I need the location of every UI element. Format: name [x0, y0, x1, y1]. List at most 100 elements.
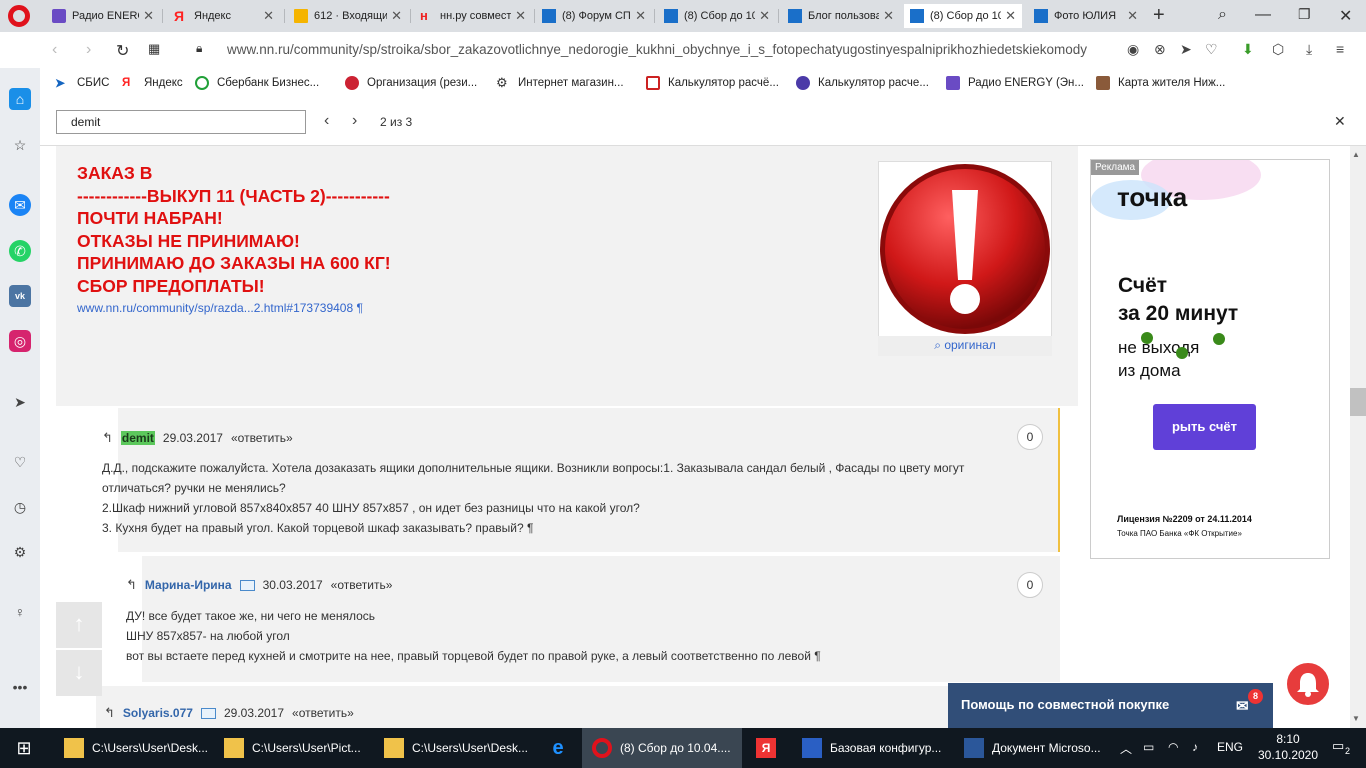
download-extension-icon[interactable]: ⬇ — [1242, 41, 1254, 58]
back-icon[interactable]: ‹ — [52, 41, 57, 59]
reload-icon[interactable]: ↻ — [116, 41, 129, 61]
scroll-down-arrow-icon[interactable]: ▼ — [1352, 714, 1360, 723]
window-close-icon[interactable]: ✕ — [1339, 6, 1352, 26]
tab-forum-sp[interactable]: (8) Форум СП ✕ — [536, 4, 652, 28]
reply-link[interactable]: «ответить» — [292, 706, 354, 720]
mail-icon[interactable] — [239, 579, 255, 591]
tab-mail[interactable]: 612 · Входящие ✕ — [288, 4, 408, 28]
close-icon[interactable]: ✕ — [759, 8, 770, 24]
more-icon[interactable]: ••• — [9, 676, 31, 698]
scroll-up-button[interactable]: ↑ — [56, 602, 102, 648]
vertical-scrollbar[interactable]: ▲ ▼ — [1350, 146, 1366, 728]
windows-start-icon[interactable]: ⊞ — [0, 728, 48, 768]
taskbar-word[interactable]: Документ Microso... — [954, 728, 1114, 768]
ad-open-account-button[interactable]: рыть счёт — [1153, 404, 1256, 450]
whatsapp-icon[interactable]: ✆ — [9, 240, 31, 262]
heart-icon[interactable]: ♡ — [1205, 41, 1218, 58]
lightbulb-icon[interactable]: ♀ — [9, 601, 31, 623]
volume-icon[interactable]: ♪ — [1192, 740, 1198, 754]
search-tabs-icon[interactable]: ⌕ — [1218, 6, 1227, 24]
scrollbar-thumb[interactable] — [1350, 388, 1366, 416]
scroll-up-arrow-icon[interactable]: ▲ — [1352, 150, 1360, 159]
find-close-icon[interactable]: ✕ — [1334, 113, 1346, 130]
tab-sbor-1[interactable]: (8) Сбор до 10.04 ✕ — [658, 4, 776, 28]
close-icon[interactable]: ✕ — [1127, 8, 1138, 24]
instagram-icon[interactable]: ◎ — [9, 330, 31, 352]
restore-icon[interactable]: ❐ — [1298, 6, 1311, 23]
bookmark-calculator-2[interactable]: Калькулятор расче... — [796, 76, 929, 90]
wifi-icon[interactable]: ◠ — [1168, 740, 1178, 754]
tab-foto[interactable]: Фото ЮЛИЯ ✕ — [1028, 4, 1144, 28]
tray-chevron-icon[interactable]: ︿ — [1120, 740, 1132, 757]
send-icon[interactable]: ➤ — [1180, 41, 1192, 58]
tracker-blocker-icon[interactable]: ⊗ — [1154, 41, 1166, 58]
bookmark-radio-energy[interactable]: Радио ENERGY (Эн... — [946, 76, 1084, 90]
new-tab-plus-icon[interactable]: + — [1153, 4, 1165, 27]
tab-sbor-active[interactable]: (8) Сбор до 10.04 ✕ — [904, 4, 1022, 28]
bookmark-sbis[interactable]: ➤ СБИС — [55, 76, 109, 90]
speed-dial-icon[interactable]: ☆ — [9, 134, 31, 156]
taskbar-1c[interactable]: Базовая конфигур... — [792, 728, 952, 768]
taskbar-explorer-3[interactable]: C:\Users\User\Desk... — [376, 728, 532, 768]
comment-score[interactable]: 0 — [1017, 424, 1043, 450]
close-icon[interactable]: ✕ — [883, 8, 894, 24]
heart-icon[interactable]: ♡ — [9, 451, 31, 473]
messenger-icon[interactable]: ✉ — [9, 194, 31, 216]
notification-bell-icon[interactable] — [1285, 661, 1331, 707]
warning-image[interactable] — [878, 161, 1052, 356]
menu-icon[interactable]: ≡ — [1336, 41, 1344, 57]
reply-link[interactable]: «ответить» — [231, 431, 293, 445]
tab-nn-sp[interactable]: н нн.ру совместные покупки ✕ — [414, 4, 532, 28]
find-previous-icon[interactable]: ‹ — [324, 112, 329, 130]
advertisement[interactable]: Реклама точка Счёт за 20 минут не выходя… — [1090, 159, 1330, 559]
forward-icon[interactable]: › — [86, 41, 91, 59]
notifications-icon[interactable]: ▭ — [1332, 738, 1344, 754]
scroll-down-button[interactable]: ↓ — [56, 650, 102, 696]
minimize-icon[interactable]: — — [1255, 6, 1271, 24]
bookmark-yandex[interactable]: Я Яндекс — [122, 76, 183, 90]
taskbar-explorer-2[interactable]: C:\Users\User\Pict... — [216, 728, 372, 768]
history-icon[interactable]: ◷ — [9, 496, 31, 518]
comment-author[interactable]: Solyaris.077 — [123, 706, 193, 720]
tab-blog[interactable]: Блог пользователя ✕ — [782, 4, 900, 28]
find-input[interactable]: demit — [56, 110, 306, 134]
mail-icon[interactable] — [200, 707, 216, 719]
send-icon[interactable]: ➤ — [9, 391, 31, 413]
reply-link[interactable]: «ответить» — [331, 578, 393, 592]
speed-dial-icon[interactable]: ▦ — [148, 41, 160, 57]
envelope-icon[interactable]: ✉ — [1236, 697, 1249, 715]
tab-yandex[interactable]: Я Яндекс ✕ — [168, 4, 280, 28]
comment-score[interactable]: 0 — [1017, 572, 1043, 598]
taskbar-opera[interactable]: (8) Сбор до 10.04.... — [582, 728, 742, 768]
close-icon[interactable]: ✕ — [515, 8, 526, 24]
language-indicator[interactable]: ENG — [1217, 740, 1243, 754]
taskbar-edge[interactable]: e — [536, 728, 580, 768]
home-icon[interactable]: ⌂ — [9, 88, 31, 110]
vk-icon[interactable]: vk — [9, 285, 31, 307]
tab-radio-energy[interactable]: Радио ENERGY (Энерджи) ✕ — [46, 4, 160, 28]
close-icon[interactable]: ✕ — [263, 8, 274, 24]
opera-menu-icon[interactable] — [8, 5, 30, 27]
taskbar-explorer-1[interactable]: C:\Users\User\Desk... — [56, 728, 212, 768]
bookmark-calculator-1[interactable]: Калькулятор расчё... — [646, 76, 779, 90]
close-icon[interactable]: ✕ — [391, 8, 402, 24]
find-next-icon[interactable]: › — [352, 112, 357, 130]
downloads-icon[interactable]: ⤓ — [1306, 41, 1312, 58]
bookmark-organization[interactable]: Организация (рези... — [345, 76, 477, 90]
cube-icon[interactable]: ⬡ — [1272, 41, 1284, 58]
close-icon[interactable]: ✕ — [143, 8, 154, 24]
camera-icon[interactable]: ◉ — [1127, 41, 1139, 58]
clock-time[interactable]: 8:10 — [1268, 732, 1308, 746]
close-icon[interactable]: ✕ — [1005, 8, 1016, 24]
taskbar-yandex[interactable]: Я — [744, 728, 788, 768]
comment-author[interactable]: Марина-Ирина — [145, 578, 232, 592]
bookmark-sberbank[interactable]: Сбербанк Бизнес... — [195, 76, 319, 90]
clock-date[interactable]: 30.10.2020 — [1254, 748, 1322, 762]
order-link[interactable]: www.nn.ru/community/sp/razda...2.html#17… — [77, 301, 363, 315]
close-icon[interactable]: ✕ — [635, 8, 646, 24]
settings-gear-icon[interactable]: ⚙ — [9, 541, 31, 563]
network-icon[interactable]: ▭ — [1143, 740, 1154, 754]
bookmark-shop[interactable]: ⚙ Интернет магазин... — [496, 76, 624, 90]
original-image-link[interactable]: ⌕ оригинал — [878, 336, 1052, 356]
url-field[interactable]: www.nn.ru/community/sp/stroika/sbor_zaka… — [227, 42, 1087, 57]
